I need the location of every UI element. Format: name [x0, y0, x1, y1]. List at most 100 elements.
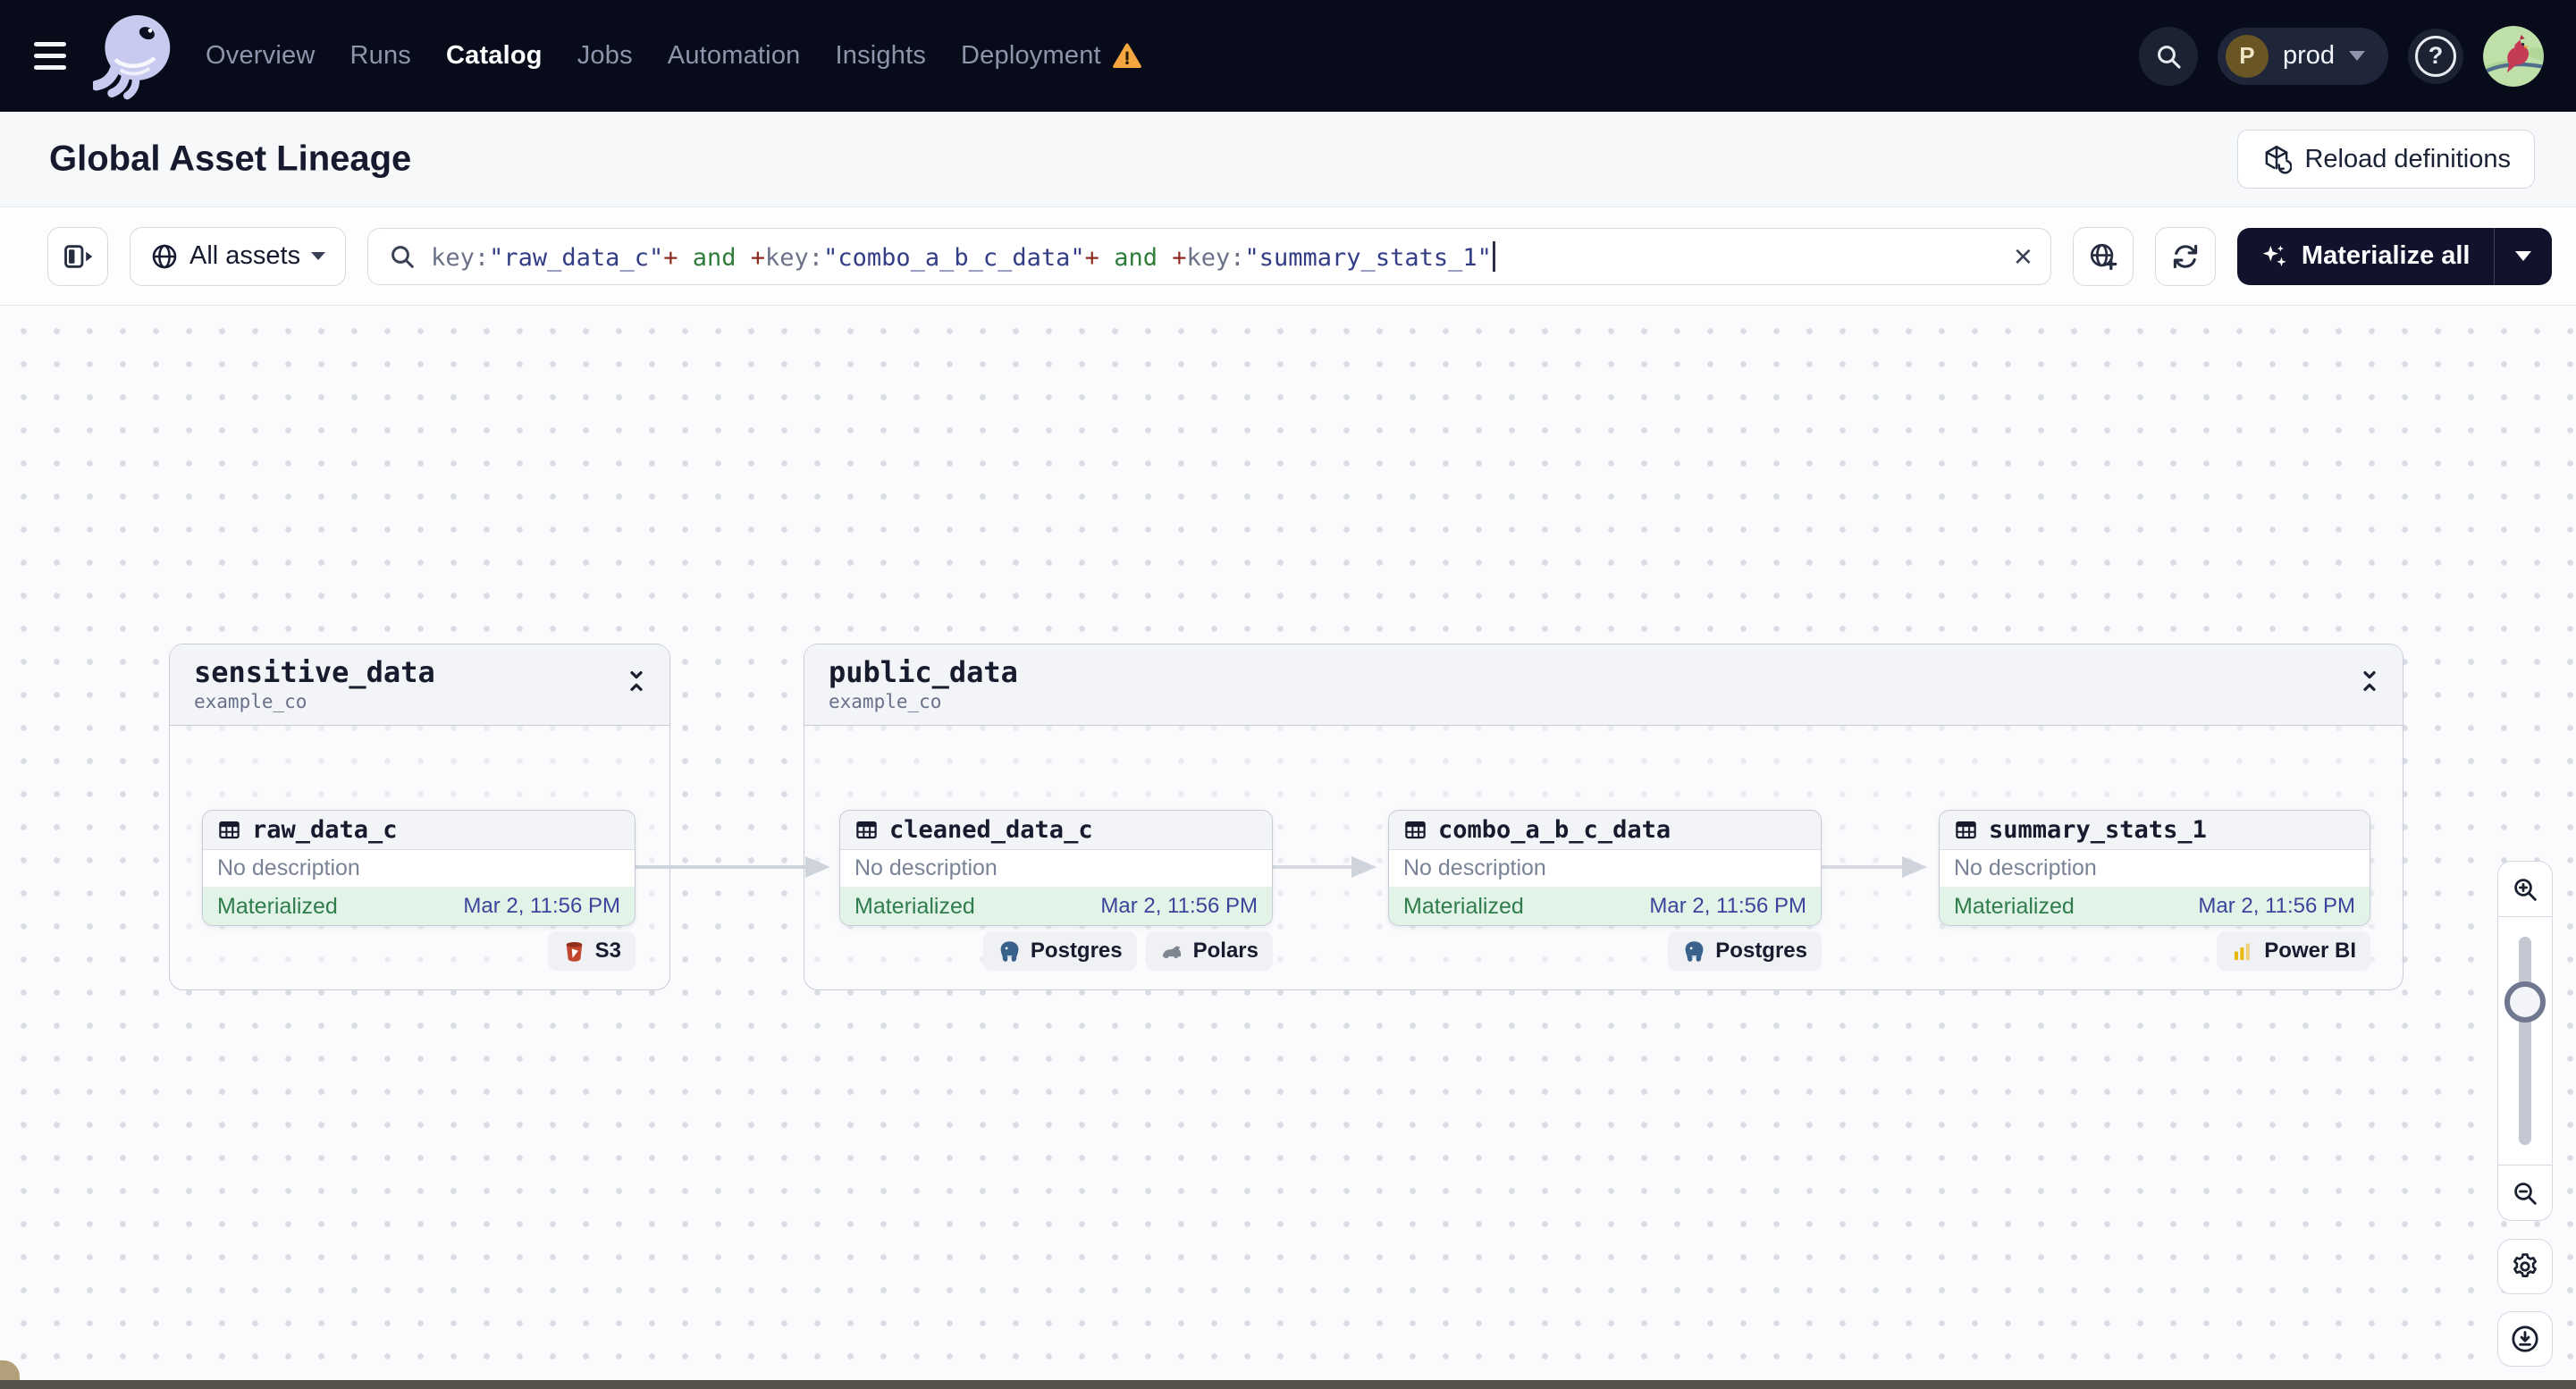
- nav-menu: Overview Runs Catalog Jobs Automation In…: [206, 41, 1142, 72]
- nav-item-deployment[interactable]: Deployment: [961, 41, 1101, 71]
- materialization-timestamp[interactable]: Mar 2, 11:56 PM: [2198, 894, 2355, 919]
- nav-right-cluster: P prod ?: [2138, 25, 2544, 87]
- open-side-panel-button[interactable]: [47, 226, 108, 286]
- zoom-out-button[interactable]: [2498, 1165, 2552, 1220]
- graph-settings-button[interactable]: [2497, 1239, 2553, 1294]
- download-icon: [2510, 1324, 2540, 1354]
- materialize-all-button[interactable]: Materialize all: [2237, 228, 2494, 285]
- group-title: sensitive_data: [194, 655, 435, 689]
- asset-status-row: Materialized Mar 2, 11:56 PM: [1940, 888, 2370, 925]
- kind-badge-polars[interactable]: Polars: [1145, 931, 1273, 971]
- asset-node-summary-stats-1[interactable]: summary_stats_1 No description Materiali…: [1939, 810, 2370, 926]
- asset-node-combo-a-b-c-data[interactable]: combo_a_b_c_data No description Material…: [1388, 810, 1822, 926]
- asset-description: No description: [1940, 850, 2370, 888]
- kind-badge-postgres[interactable]: Postgres: [1668, 931, 1822, 971]
- zoom-control-panel: [2497, 861, 2553, 1221]
- environment-switcher[interactable]: P prod: [2217, 27, 2388, 85]
- asset-node-cleaned-data-c[interactable]: cleaned_data_c No description Materializ…: [839, 810, 1273, 926]
- download-graph-button[interactable]: [2497, 1311, 2553, 1367]
- kind-badge-label: Postgres: [1715, 939, 1807, 963]
- reload-cube-icon: [2261, 144, 2293, 174]
- refresh-graph-button[interactable]: [2154, 226, 2216, 286]
- group-subtitle: example_co: [829, 691, 942, 712]
- warning-icon: [1112, 41, 1142, 72]
- zoom-slider-track[interactable]: [2519, 937, 2531, 1145]
- asset-description: No description: [1389, 850, 1821, 888]
- kind-badge-label: Power BI: [2264, 939, 2356, 963]
- materialize-all-label: Materialize all: [2301, 241, 2471, 270]
- kind-badge-label: S3: [594, 939, 621, 963]
- asset-name: raw_data_c: [252, 816, 398, 844]
- nav-item-catalog[interactable]: Catalog: [446, 41, 543, 71]
- nav-item-jobs[interactable]: Jobs: [577, 41, 633, 71]
- table-icon: [1954, 818, 1978, 842]
- panel-expand-icon: [63, 241, 93, 272]
- chevron-down-icon: [2349, 51, 2365, 61]
- hamburger-menu-icon[interactable]: [34, 42, 70, 70]
- page-title: Global Asset Lineage: [49, 139, 412, 179]
- lineage-graph-canvas[interactable]: sensitive_data example_co public_data ex…: [0, 306, 2576, 1389]
- text-cursor: [1492, 240, 1495, 272]
- asset-status-row: Materialized Mar 2, 11:56 PM: [840, 888, 1272, 925]
- table-icon: [854, 818, 879, 842]
- powerbi-icon: [2231, 939, 2255, 964]
- search-query-text: key:"raw_data_c"+ and +key:"combo_a_b_c_…: [431, 240, 1999, 272]
- globe-plus-icon: [2088, 241, 2118, 272]
- help-button[interactable]: ?: [2408, 28, 2463, 84]
- group-header[interactable]: sensitive_data example_co: [170, 644, 669, 726]
- environment-label: prod: [2282, 41, 2335, 70]
- nav-item-runs[interactable]: Runs: [349, 41, 411, 71]
- collapse-group-icon[interactable]: [2356, 668, 2383, 694]
- s3-icon: [562, 939, 586, 964]
- materialization-timestamp[interactable]: Mar 2, 11:56 PM: [1649, 894, 1806, 919]
- kind-badges-combo-a-b-c-data: Postgres: [1388, 931, 1822, 971]
- asset-search-input[interactable]: key:"raw_data_c"+ and +key:"combo_a_b_c_…: [367, 227, 2051, 285]
- asset-name: combo_a_b_c_data: [1438, 816, 1671, 844]
- clear-search-icon[interactable]: ×: [2014, 240, 2033, 273]
- group-header[interactable]: public_data example_co: [804, 644, 2403, 726]
- status-badge: Materialized: [1954, 893, 2075, 919]
- fetch-remote-assets-button[interactable]: [2072, 226, 2134, 286]
- top-nav: Overview Runs Catalog Jobs Automation In…: [0, 0, 2576, 112]
- postgres-icon: [998, 939, 1022, 964]
- nav-item-insights[interactable]: Insights: [835, 41, 926, 71]
- polars-icon: [1160, 939, 1184, 964]
- zoom-in-button[interactable]: [2498, 862, 2552, 917]
- asset-node-raw-data-c[interactable]: raw_data_c No description Materialized M…: [202, 810, 636, 926]
- materialization-timestamp[interactable]: Mar 2, 11:56 PM: [1100, 894, 1258, 919]
- search-icon: [2154, 42, 2183, 71]
- sparkles-icon: [2260, 242, 2289, 271]
- table-icon: [217, 818, 241, 842]
- status-badge: Materialized: [854, 893, 975, 919]
- kind-badge-label: Postgres: [1030, 939, 1123, 963]
- collapse-group-icon[interactable]: [623, 668, 650, 694]
- reload-definitions-label: Reload definitions: [2304, 144, 2511, 173]
- kind-badge-postgres[interactable]: Postgres: [982, 931, 1137, 971]
- zoom-slider[interactable]: [2498, 917, 2552, 1165]
- gear-icon: [2510, 1251, 2540, 1282]
- kind-badge-powerbi[interactable]: Power BI: [2217, 931, 2370, 971]
- asset-status-row: Materialized Mar 2, 11:56 PM: [1389, 888, 1821, 925]
- materialize-options-button[interactable]: [2495, 228, 2552, 285]
- asset-scope-dropdown[interactable]: All assets: [130, 226, 347, 286]
- environment-avatar: P: [2225, 34, 2269, 78]
- status-badge: Materialized: [1403, 893, 1524, 919]
- kind-badge-s3[interactable]: S3: [547, 931, 636, 971]
- materialize-all-split-button: Materialize all: [2236, 227, 2552, 285]
- magnifier-icon: [388, 242, 417, 271]
- status-badge: Materialized: [217, 893, 338, 919]
- search-button[interactable]: [2138, 26, 2198, 86]
- group-subtitle: example_co: [194, 691, 307, 712]
- nav-item-automation[interactable]: Automation: [668, 41, 801, 71]
- asset-scope-label: All assets: [189, 241, 301, 270]
- chevron-down-icon: [311, 252, 326, 260]
- kind-badges-raw-data-c: S3: [202, 931, 636, 971]
- reload-definitions-button[interactable]: Reload definitions: [2237, 130, 2535, 189]
- asset-name: summary_stats_1: [1989, 816, 2207, 844]
- dagster-logo-icon[interactable]: [93, 12, 175, 101]
- zoom-slider-handle[interactable]: [2504, 981, 2546, 1023]
- global-asset-lineage-screen: Overview Runs Catalog Jobs Automation In…: [0, 0, 2576, 1389]
- nav-item-overview[interactable]: Overview: [206, 41, 315, 71]
- materialization-timestamp[interactable]: Mar 2, 11:56 PM: [463, 894, 620, 919]
- user-avatar[interactable]: [2483, 25, 2544, 87]
